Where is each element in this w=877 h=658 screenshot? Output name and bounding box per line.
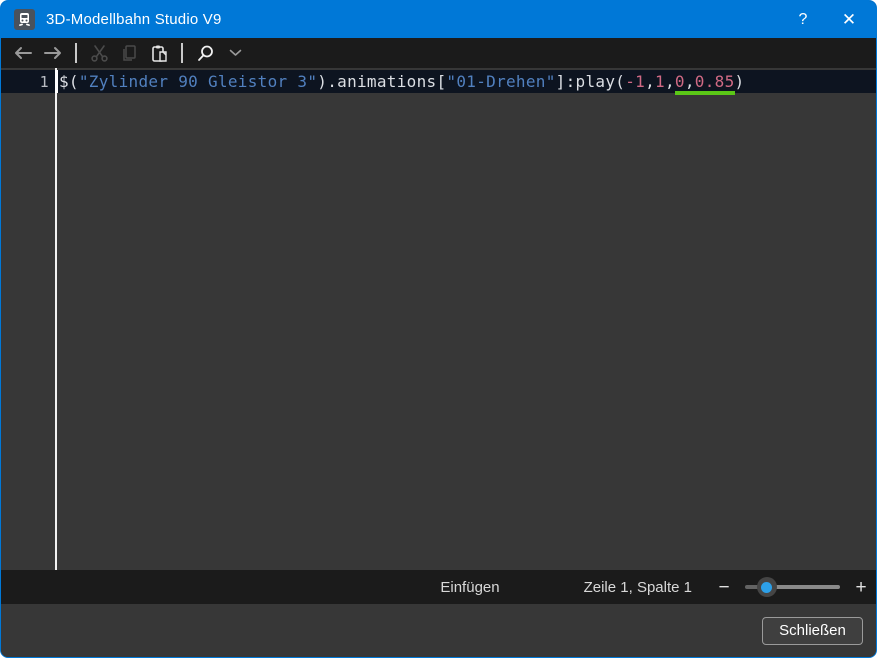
code-token-number: 0 — [674, 72, 685, 91]
app-icon — [14, 9, 35, 30]
search-button[interactable] — [191, 40, 219, 66]
caret-position-indicator: Zeile 1, Spalte 1 — [583, 578, 692, 596]
search-dropdown-button[interactable] — [221, 40, 249, 66]
back-arrow-icon — [15, 47, 32, 59]
code-token: , — [645, 72, 656, 91]
zoom-in-button[interactable]: + — [853, 578, 869, 597]
code-token-string: "01-Drehen" — [446, 72, 556, 91]
paste-clipboard-icon — [151, 45, 167, 62]
close-window-button[interactable]: ✕ — [826, 1, 872, 38]
window-title: 3D-Modellbahn Studio V9 — [46, 11, 222, 28]
help-button[interactable]: ? — [780, 1, 826, 38]
title-bar[interactable]: 3D-Modellbahn Studio V9 ? ✕ — [1, 1, 876, 38]
zoom-out-button[interactable]: − — [716, 578, 732, 597]
code-editor[interactable]: 1 $("Zylinder 90 Gleistor 3").animations… — [1, 68, 876, 570]
code-token: ).animations[ — [317, 72, 447, 91]
schliessen-button[interactable]: Schließen — [762, 616, 863, 645]
code-token: , — [664, 72, 675, 91]
search-icon — [197, 45, 213, 61]
green-underlined-args: 0,0.85 — [674, 72, 735, 95]
status-bar: Einfügen Zeile 1, Spalte 1 − + — [1, 570, 876, 604]
toolbar-separator — [181, 43, 183, 63]
toolbar — [1, 38, 876, 68]
scissors-icon — [90, 44, 108, 62]
zoom-slider-thumb[interactable] — [756, 577, 777, 597]
train-icon — [19, 13, 30, 26]
code-token-string: "Zylinder 90 Gleistor 3" — [78, 72, 318, 91]
back-button[interactable] — [9, 40, 37, 66]
toolbar-separator — [75, 43, 77, 63]
chevron-down-icon — [229, 49, 241, 56]
insert-mode-indicator: Einfügen — [440, 578, 500, 596]
code-token: ]:play( — [555, 72, 626, 91]
copy-button[interactable] — [115, 40, 143, 66]
copy-icon — [122, 44, 136, 61]
zoom-slider[interactable] — [745, 577, 840, 597]
forward-arrow-icon — [44, 47, 61, 59]
code-token: $( — [59, 72, 79, 91]
footer-panel: Schließen — [1, 604, 876, 657]
code-token: ) — [734, 72, 745, 91]
app-window: 3D-Modellbahn Studio V9 ? ✕ 1 $("Zylinde… — [0, 0, 877, 658]
line-number: 1 — [39, 72, 49, 91]
text-cursor — [55, 70, 58, 93]
zoom-slider-track — [766, 585, 840, 589]
code-text: $("Zylinder 90 Gleistor 3").animations["… — [49, 72, 745, 95]
forward-button[interactable] — [39, 40, 67, 66]
code-token: , — [684, 72, 695, 91]
cut-button[interactable] — [85, 40, 113, 66]
code-token-number: 1 — [655, 72, 665, 91]
code-line-1[interactable]: 1 $("Zylinder 90 Gleistor 3").animations… — [1, 70, 876, 95]
paste-button[interactable] — [145, 40, 173, 66]
code-token-number: 0.85 — [694, 72, 735, 91]
gutter-separator-line — [55, 68, 57, 570]
code-token-number: -1 — [625, 72, 646, 91]
zoom-slider-thumb-dot — [761, 581, 773, 593]
